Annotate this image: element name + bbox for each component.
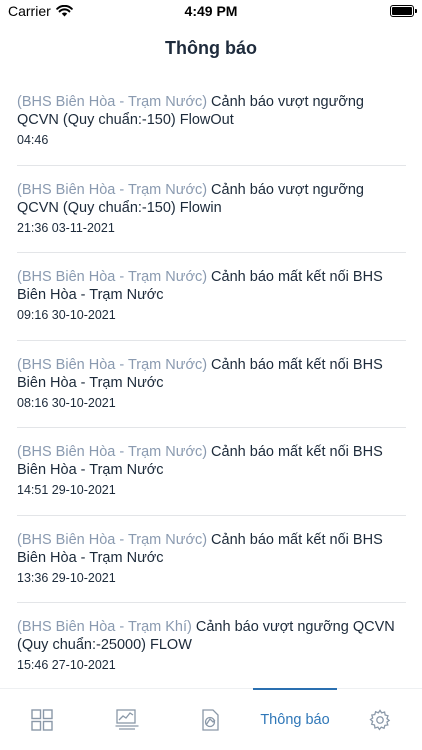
- notification-source: (BHS Biên Hòa - Trạm Nước): [17, 94, 208, 110]
- notification-source: (BHS Biên Hòa - Trạm Nước): [17, 531, 208, 548]
- notification-time: 13:36 29-10-2021: [17, 570, 116, 585]
- notification-text: (BHS Biên Hòa - Trạm Nước) Cảnh báo mất …: [17, 268, 406, 304]
- report-document-icon: [202, 709, 219, 731]
- notification-time: 14:51 29-10-2021: [17, 483, 116, 497]
- notification-text: (BHS Biên Hòa - Trạm Nước) Cảnh báo mất …: [17, 443, 406, 479]
- tab-monitoring[interactable]: [103, 689, 151, 750]
- tab-settings[interactable]: [356, 689, 404, 750]
- tab-notifications[interactable]: Thông báo: [253, 688, 337, 750]
- notification-list[interactable]: (BHS Biên Hòa - Trạm Nước) Cảnh báo vượt…: [0, 78, 422, 691]
- dashboard-grid-icon: [31, 709, 53, 731]
- notification-time: 21:36 03-11-2021: [17, 220, 115, 235]
- notification-text: (BHS Biên Hòa - Trạm Nước) Cảnh báo mất …: [17, 356, 406, 392]
- notification-text: (BHS Biên Hòa - Trạm Nước) Cảnh báo vượt…: [17, 181, 406, 217]
- tab-bar: Thông báo: [0, 688, 422, 750]
- notification-item[interactable]: (BHS Biên Hòa - Trạm Nước) Cảnh báo vượt…: [0, 78, 422, 166]
- notification-time: 08:16 30-10-2021: [17, 395, 116, 410]
- tab-dashboard[interactable]: [18, 689, 66, 750]
- notification-item[interactable]: (BHS Biên Hòa - Trạm Nước) Cảnh báo mất …: [0, 341, 422, 429]
- notification-source: (BHS Biên Hòa - Trạm Nước): [17, 181, 208, 198]
- notification-time: 09:16 30-10-2021: [17, 308, 116, 322]
- notification-text: (BHS Biên Hòa - Trạm Nước) Cảnh báo vượt…: [17, 93, 406, 129]
- notification-time: 04:46: [17, 133, 49, 147]
- notification-item[interactable]: (BHS Biên Hòa - Trạm Nước) Cảnh báo vượt…: [0, 166, 422, 254]
- tab-reports[interactable]: [186, 689, 234, 750]
- battery-icon: [390, 5, 417, 17]
- monitor-chart-icon: [115, 709, 139, 730]
- notification-item[interactable]: (BHS Biên Hòa - Trạm Nước) Cảnh báo mất …: [0, 516, 422, 604]
- active-tab-indicator: [253, 688, 337, 690]
- notification-item[interactable]: (BHS Biên Hòa - Trạm Nước) Cảnh báo mất …: [0, 253, 422, 341]
- notification-source: (BHS Biên Hòa - Trạm Nước): [17, 356, 208, 373]
- notification-text: (BHS Biên Hòa - Trạm Nước) Cảnh báo mất …: [17, 531, 406, 567]
- notification-time: 15:46 27-10-2021: [17, 658, 116, 672]
- notification-item[interactable]: (BHS Biên Hòa - Trạm Khí) Cảnh báo vượt …: [0, 603, 422, 691]
- tab-notifications-label: Thông báo: [260, 712, 330, 728]
- notification-source: (BHS Biên Hòa - Trạm Nước): [17, 269, 208, 285]
- settings-gear-icon: [369, 709, 391, 731]
- notification-source: (BHS Biên Hòa - Trạm Nước): [17, 444, 208, 460]
- notification-source: (BHS Biên Hòa - Trạm Khí): [17, 619, 192, 635]
- status-time: 4:49 PM: [184, 3, 238, 19]
- status-bar: Carrier 4:49 PM: [0, 0, 422, 24]
- notification-text: (BHS Biên Hòa - Trạm Khí) Cảnh báo vượt …: [17, 618, 406, 654]
- page-title: Thông báo: [165, 38, 257, 58]
- notification-item[interactable]: (BHS Biên Hòa - Trạm Nước) Cảnh báo mất …: [0, 428, 422, 516]
